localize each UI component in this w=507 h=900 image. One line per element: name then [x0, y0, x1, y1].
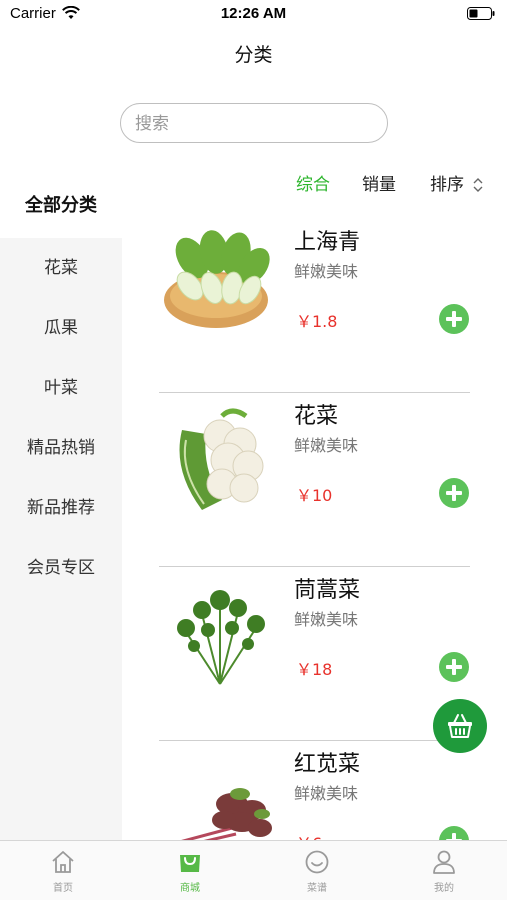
tab-label: 菜谱	[307, 883, 327, 894]
product-name: 红苋菜	[294, 752, 361, 777]
sidebar-item-melons-fruits[interactable]: 瓜果	[0, 298, 122, 358]
sidebar-item-member-zone[interactable]: 会员专区	[0, 538, 122, 598]
bok-choy-image	[164, 230, 270, 328]
sidebar-header-all-categories[interactable]: 全部分类	[0, 178, 122, 234]
tab-bar: 首页 商城 菜谱 我的	[0, 840, 507, 900]
product-name: 茼蒿菜	[294, 578, 361, 603]
tab-mall[interactable]: 商城	[127, 841, 253, 900]
sort-comprehensive[interactable]: 综合	[296, 172, 330, 198]
tab-mine[interactable]: 我的	[381, 841, 507, 900]
sort-sales[interactable]: 销量	[362, 172, 396, 198]
product-name: 花菜	[294, 404, 339, 429]
search-bar[interactable]	[120, 103, 388, 143]
add-to-cart-button[interactable]	[439, 478, 469, 508]
product-name: 上海青	[294, 230, 361, 255]
sort-arrows-icon	[473, 178, 483, 192]
tab-label: 商城	[180, 883, 200, 894]
product-row[interactable]: 上海青 鲜嫩美味 ￥1.8	[122, 218, 507, 393]
product-description: 鲜嫩美味	[294, 436, 359, 455]
tab-label: 首页	[53, 883, 73, 894]
plus-icon	[446, 485, 462, 501]
product-price: ￥18	[296, 660, 333, 679]
page-title: 分类	[234, 44, 273, 66]
status-time: 12:26 AM	[220, 5, 287, 22]
product-description: 鲜嫩美味	[294, 784, 359, 803]
cart-button[interactable]	[433, 699, 487, 753]
product-row[interactable]: 花菜 鲜嫩美味 ￥10	[122, 392, 507, 567]
shopping-bag-icon	[180, 855, 200, 872]
tab-recipes[interactable]: 菜谱	[254, 841, 380, 900]
tab-label: 我的	[434, 883, 454, 894]
red-amaranth-image	[181, 788, 272, 840]
home-icon	[52, 851, 74, 873]
battery-icon	[467, 7, 495, 20]
tab-home[interactable]: 首页	[0, 841, 126, 900]
category-sidebar: 花菜 瓜果 叶菜 精品热销 新品推荐 会员专区	[0, 238, 122, 840]
plus-icon	[446, 311, 462, 327]
product-description: 鲜嫩美味	[294, 262, 359, 281]
product-price: ￥1.8	[296, 312, 338, 331]
user-icon	[433, 850, 455, 874]
sidebar-item-new-products[interactable]: 新品推荐	[0, 478, 122, 538]
status-bar: Carrier 12:26 AM	[0, 0, 507, 28]
product-price: ￥6	[296, 830, 322, 840]
sidebar-item-hot-sales[interactable]: 精品热销	[0, 418, 122, 478]
sidebar-item-cauliflower[interactable]: 花菜	[0, 238, 122, 298]
add-to-cart-button[interactable]	[439, 826, 469, 840]
product-description: 鲜嫩美味	[294, 610, 359, 629]
plus-icon	[446, 659, 462, 675]
search-input[interactable]	[135, 112, 365, 136]
smile-icon	[305, 850, 329, 874]
product-price: ￥10	[296, 486, 333, 505]
sidebar-item-leafy-greens[interactable]: 叶菜	[0, 358, 122, 418]
plus-icon	[446, 833, 462, 840]
product-row[interactable]: 红苋菜 鲜嫩美味 ￥6	[122, 740, 507, 840]
cauliflower-image	[179, 408, 264, 510]
crown-daisy-image	[177, 590, 265, 685]
basket-icon	[448, 714, 472, 738]
add-to-cart-button[interactable]	[439, 304, 469, 334]
add-to-cart-button[interactable]	[439, 652, 469, 682]
sort-order[interactable]: 排序	[430, 172, 464, 198]
